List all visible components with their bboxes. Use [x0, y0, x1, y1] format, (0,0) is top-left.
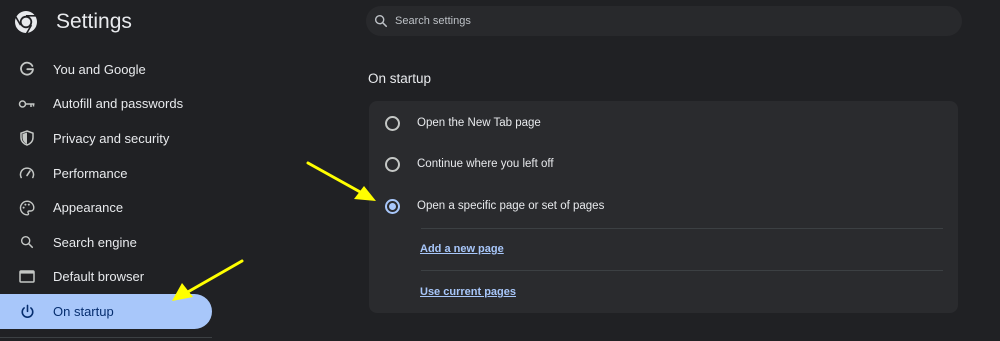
sidebar-item-label: Performance: [53, 165, 128, 181]
search-icon: [17, 232, 37, 252]
sidebar-item-label: Appearance: [53, 200, 124, 216]
search-bar[interactable]: [366, 6, 962, 36]
power-icon: [17, 301, 37, 321]
key-icon: [17, 94, 37, 114]
sidebar-item-label: Autofill and passwords: [53, 96, 184, 112]
sidebar-item-label: On startup: [53, 303, 114, 319]
divider: [421, 228, 943, 229]
chrome-logo-icon: [14, 11, 37, 34]
divider: [421, 270, 943, 271]
browser-window-icon: [17, 267, 37, 287]
section-title: On startup: [368, 71, 432, 86]
speedometer-icon: [17, 163, 37, 183]
settings-window: Settings You and Google Aut: [0, 0, 1000, 341]
radio-option-new-tab[interactable]: Open the New Tab page: [369, 103, 958, 143]
sidebar-item-label: Privacy and security: [53, 130, 170, 146]
sidebar-item-privacy[interactable]: Privacy and security: [0, 121, 215, 156]
palette-icon: [17, 198, 37, 218]
radio-option-label: Open the New Tab page: [417, 117, 541, 129]
sidebar-item-autofill[interactable]: Autofill and passwords: [0, 87, 215, 122]
sidebar-item-label: You and Google: [53, 61, 146, 77]
annotation-arrow-icon: [172, 259, 244, 301]
sidebar-item-appearance[interactable]: Appearance: [0, 190, 215, 225]
radio-button[interactable]: [385, 156, 400, 172]
sidebar-item-label: Search engine: [53, 234, 137, 250]
search-input[interactable]: [395, 15, 962, 27]
shield-icon: [17, 128, 37, 148]
use-current-pages-link[interactable]: Use current pages: [420, 286, 516, 298]
startup-options-card: Open the New Tab page Continue where you…: [369, 101, 958, 313]
sidebar-item-performance[interactable]: Performance: [0, 156, 215, 191]
radio-option-continue[interactable]: Continue where you left off: [369, 144, 958, 184]
page-title: Settings: [56, 10, 132, 33]
radio-button-selected[interactable]: [385, 198, 400, 214]
annotation-arrow-icon: [306, 161, 376, 201]
radio-option-label: Open a specific page or set of pages: [417, 200, 605, 212]
sidebar-divider: [0, 337, 212, 338]
google-g-icon: [17, 59, 37, 79]
header: Settings: [14, 8, 132, 36]
add-new-page-link[interactable]: Add a new page: [420, 243, 504, 255]
sidebar-item-you-and-google[interactable]: You and Google: [0, 52, 215, 87]
sidebar-item-label: Default browser: [53, 269, 145, 285]
radio-option-label: Continue where you left off: [417, 158, 554, 170]
radio-button[interactable]: [385, 115, 400, 131]
search-icon: [374, 14, 388, 28]
radio-option-specific-pages[interactable]: Open a specific page or set of pages: [369, 186, 958, 226]
